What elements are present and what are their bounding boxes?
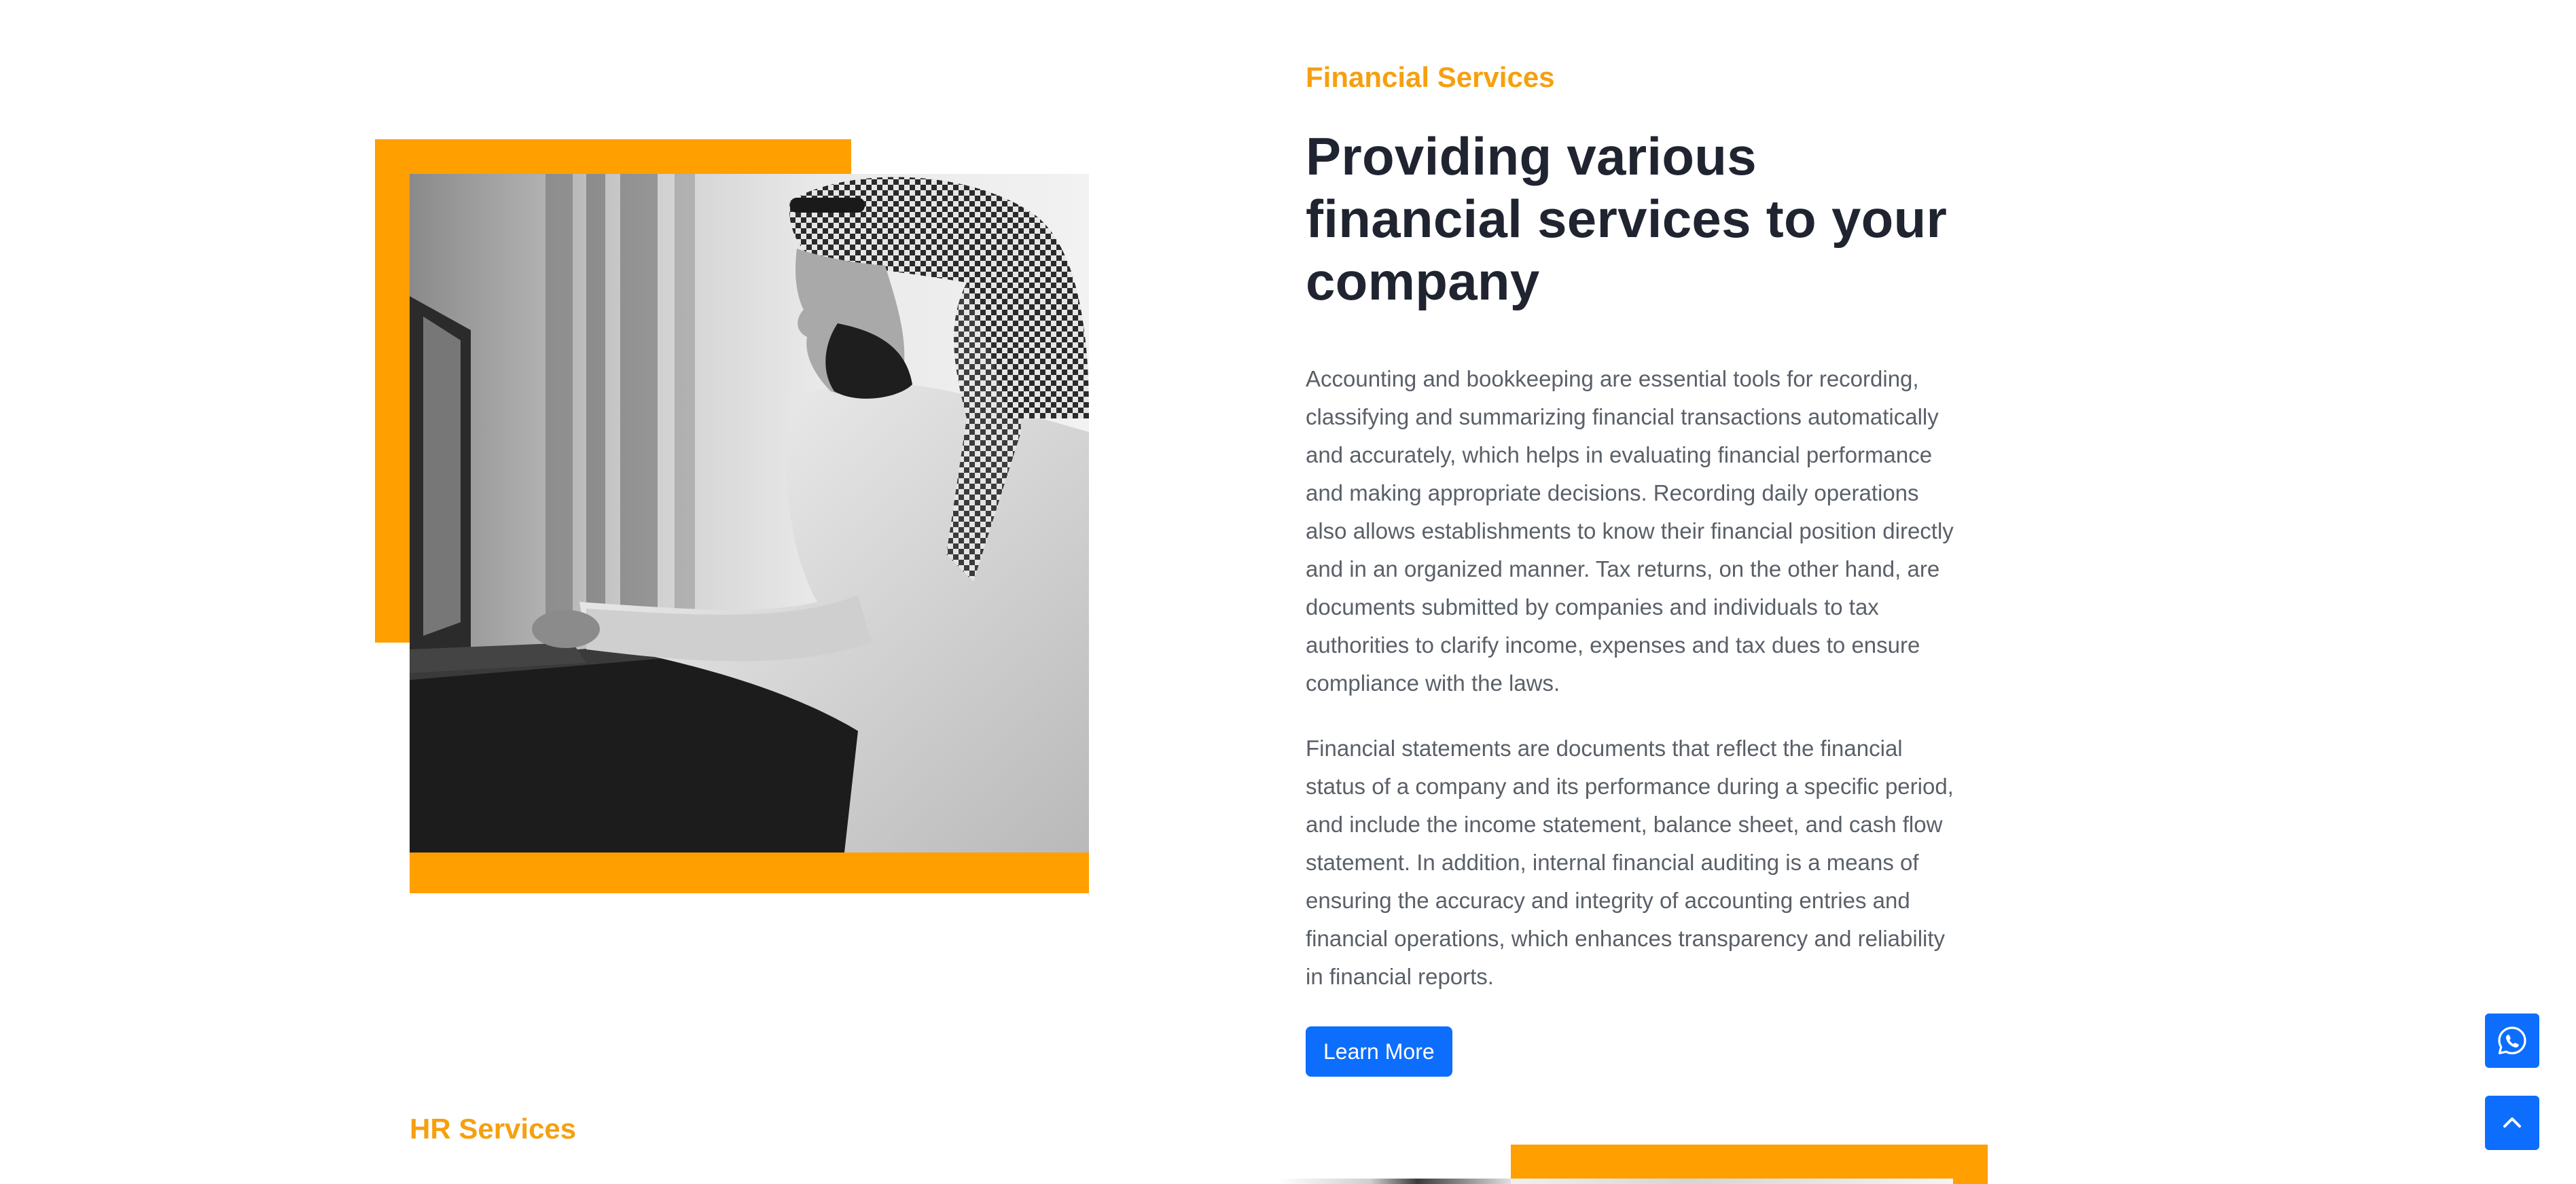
section-heading: Providing various financial services to … <box>1306 126 1948 311</box>
image-accent-bar <box>410 853 1089 893</box>
learn-more-button[interactable]: Learn More <box>1306 1026 1452 1077</box>
hr-section-eyebrow: HR Services <box>410 1113 577 1145</box>
whatsapp-button[interactable] <box>2485 1013 2539 1068</box>
whatsapp-icon <box>2498 1026 2526 1055</box>
section-eyebrow: Financial Services <box>1306 61 1555 93</box>
back-to-top-button[interactable] <box>2485 1096 2539 1150</box>
hr-services-photo <box>1511 1179 1953 1184</box>
page: Financial Services Providing various fin… <box>0 0 2576 1184</box>
financial-services-photo <box>410 174 1089 853</box>
financial-services-content: Financial Services Providing various fin… <box>1306 58 1958 1077</box>
description-paragraph-2: Financial statements are documents that … <box>1306 736 1954 989</box>
chevron-up-icon <box>2503 1117 2521 1128</box>
description-paragraph-1: Accounting and bookkeeping are essential… <box>1306 366 1954 696</box>
hr-photo-edge <box>1277 1179 1511 1184</box>
